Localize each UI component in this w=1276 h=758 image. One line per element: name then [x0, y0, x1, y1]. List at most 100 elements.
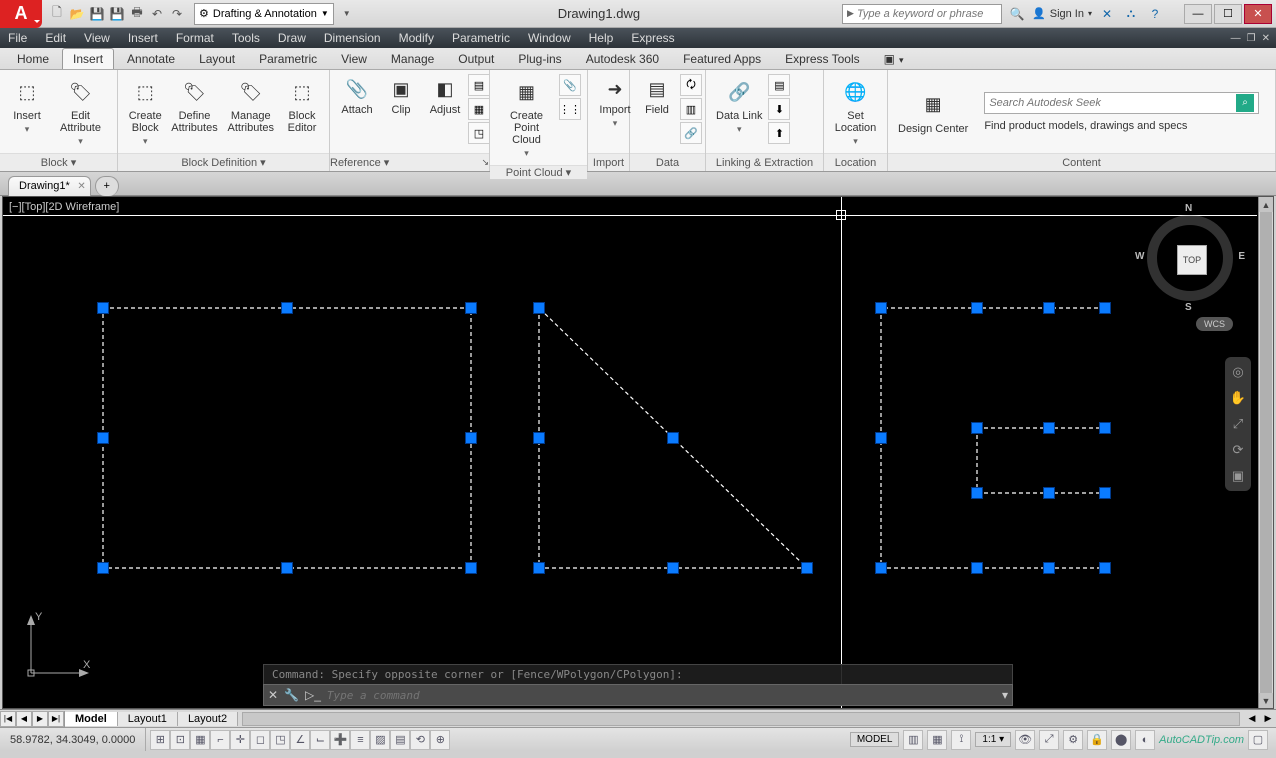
panel-pointcloud-title[interactable]: Point Cloud ▾: [490, 165, 587, 179]
ribbon-minimize-button[interactable]: ▣▾: [873, 48, 915, 69]
transparency-icon[interactable]: ▨: [370, 730, 390, 750]
doc-minimize-button[interactable]: —: [1231, 33, 1241, 44]
object-snap-tracking-icon[interactable]: ∠: [290, 730, 310, 750]
grip[interactable]: [875, 562, 887, 574]
grip[interactable]: [465, 562, 477, 574]
compass-n[interactable]: N: [1185, 203, 1192, 214]
ortho-mode-icon[interactable]: ⌐: [210, 730, 230, 750]
layout-tab-layout1[interactable]: Layout1: [118, 712, 178, 726]
snap-mode-icon[interactable]: ⊡: [170, 730, 190, 750]
menu-dimension[interactable]: Dimension: [324, 31, 381, 45]
pc-density-icon[interactable]: ⋮⋮: [559, 98, 581, 120]
layout-tab-model[interactable]: Model: [65, 712, 118, 726]
block-editor-button[interactable]: ⬚Block Editor: [281, 74, 323, 136]
grip[interactable]: [465, 432, 477, 444]
saveas-icon[interactable]: 💾: [108, 5, 126, 23]
edit-attribute-button[interactable]: 🏷Edit Attribute▾: [50, 74, 111, 149]
grip[interactable]: [97, 302, 109, 314]
annotation-monitor-icon[interactable]: ⊕: [430, 730, 450, 750]
minimize-button[interactable]: —: [1184, 4, 1212, 24]
wcs-indicator[interactable]: WCS: [1196, 317, 1233, 331]
update-fields-icon[interactable]: 🗘: [680, 74, 702, 96]
file-tab-drawing1[interactable]: Drawing1* ✕: [8, 176, 91, 196]
command-input[interactable]: [327, 689, 996, 702]
seek-go-icon[interactable]: ⌕: [1236, 94, 1254, 112]
annotation-visibility-icon[interactable]: 👁: [1015, 730, 1035, 750]
model-space-button[interactable]: MODEL: [850, 732, 900, 747]
cmd-config-icon[interactable]: 🔧: [284, 688, 299, 702]
tab-parametric[interactable]: Parametric: [248, 48, 328, 69]
compass-e[interactable]: E: [1238, 251, 1245, 262]
doc-close-button[interactable]: ✕: [1262, 33, 1270, 44]
tab-output[interactable]: Output: [447, 48, 505, 69]
field-button[interactable]: ▤Field: [636, 74, 678, 118]
snap-underlay-icon[interactable]: ◳: [468, 122, 490, 144]
create-block-button[interactable]: ⬚Create Block▾: [124, 74, 166, 149]
extract-data-icon[interactable]: ▤: [768, 74, 790, 96]
menu-format[interactable]: Format: [176, 31, 214, 45]
tab-plugins[interactable]: Plug-ins: [507, 48, 572, 69]
object-snap-icon[interactable]: ◻: [250, 730, 270, 750]
scroll-down-icon[interactable]: ▼: [1259, 693, 1273, 708]
dynamic-ucs-icon[interactable]: ⌙: [310, 730, 330, 750]
insert-block-button[interactable]: ⬚Insert▾: [6, 74, 48, 137]
autoscale-icon[interactable]: ⤢: [1039, 730, 1059, 750]
layout-tab-layout2[interactable]: Layout2: [178, 712, 238, 726]
search-input[interactable]: [857, 8, 997, 20]
grip[interactable]: [667, 432, 679, 444]
tab-insert[interactable]: Insert: [62, 48, 114, 69]
define-attributes-button[interactable]: 🏷Define Attributes: [168, 74, 220, 136]
menu-express[interactable]: Express: [631, 31, 674, 45]
layout-next-icon[interactable]: ▶: [32, 711, 48, 727]
grid-display-icon[interactable]: ▦: [190, 730, 210, 750]
viewcube-top-face[interactable]: TOP: [1177, 245, 1207, 275]
open-icon[interactable]: 📂: [68, 5, 86, 23]
pan-icon[interactable]: ✋: [1229, 389, 1247, 407]
grip[interactable]: [801, 562, 813, 574]
new-icon[interactable]: 🗋: [48, 5, 66, 23]
grip[interactable]: [1099, 562, 1111, 574]
help-icon[interactable]: ?: [1146, 5, 1164, 23]
showmotion-icon[interactable]: ▣: [1229, 467, 1247, 485]
hscroll-left-icon[interactable]: ◀: [1244, 713, 1260, 724]
drawing-viewport[interactable]: [−][Top][2D Wireframe] Y X TOP N S E W W…: [2, 196, 1274, 709]
orbit-icon[interactable]: ⟳: [1229, 441, 1247, 459]
menu-insert[interactable]: Insert: [128, 31, 158, 45]
tab-view[interactable]: View: [330, 48, 378, 69]
panel-block-title[interactable]: Block ▾: [0, 153, 117, 171]
grip[interactable]: [1099, 487, 1111, 499]
search-dropdown-icon[interactable]: ▶: [847, 8, 854, 19]
pc-attach-icon[interactable]: 📎: [559, 74, 581, 96]
grip[interactable]: [1099, 302, 1111, 314]
scroll-thumb[interactable]: [1260, 212, 1272, 693]
search-go-icon[interactable]: 🔍: [1008, 5, 1026, 23]
maximize-button[interactable]: ☐: [1214, 4, 1242, 24]
menu-draw[interactable]: Draw: [278, 31, 306, 45]
selection-cycling-icon[interactable]: ⟲: [410, 730, 430, 750]
design-center-button[interactable]: ▦Design Center: [894, 87, 972, 137]
set-location-button[interactable]: 🌐Set Location▾: [830, 74, 881, 149]
scroll-up-icon[interactable]: ▲: [1259, 197, 1273, 212]
grip[interactable]: [1043, 487, 1055, 499]
clean-screen-icon[interactable]: ▢: [1248, 730, 1268, 750]
download-source-icon[interactable]: ⬇: [768, 98, 790, 120]
grip[interactable]: [281, 562, 293, 574]
adjust-button[interactable]: ◧Adjust: [424, 74, 466, 118]
attach-button[interactable]: 📎Attach: [336, 74, 378, 118]
stay-connected-icon[interactable]: ⛬: [1122, 5, 1140, 23]
grip[interactable]: [1099, 422, 1111, 434]
grip[interactable]: [1043, 562, 1055, 574]
underlay-layers-icon[interactable]: ▤: [468, 74, 490, 96]
undo-icon[interactable]: ↶: [148, 5, 166, 23]
zoom-extents-icon[interactable]: ⤢: [1229, 415, 1247, 433]
quick-properties-icon[interactable]: ▤: [390, 730, 410, 750]
infer-constraints-icon[interactable]: ⊞: [150, 730, 170, 750]
grip[interactable]: [667, 562, 679, 574]
tab-featured-apps[interactable]: Featured Apps: [672, 48, 772, 69]
toolbar-lock-icon[interactable]: 🔒: [1087, 730, 1107, 750]
infocenter-search[interactable]: ▶: [842, 4, 1002, 24]
polar-tracking-icon[interactable]: ✛: [230, 730, 250, 750]
menu-view[interactable]: View: [84, 31, 110, 45]
menu-window[interactable]: Window: [528, 31, 571, 45]
tab-autodesk360[interactable]: Autodesk 360: [575, 48, 670, 69]
